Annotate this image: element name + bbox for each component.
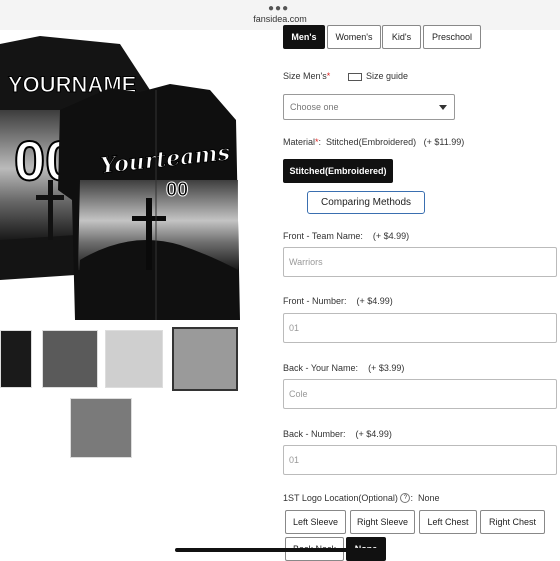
required-star-icon: * [326, 71, 331, 81]
field-label: Back - Number: (+ $4.99) [283, 429, 392, 439]
main-product-image[interactable]: YOURNAME 00 Yourteams 00 [0, 30, 248, 326]
logo-option-left-chest[interactable]: Left Chest [419, 510, 477, 534]
ruler-icon [348, 72, 362, 81]
tab-mens[interactable]: Men's [283, 25, 325, 49]
thumbnail-2[interactable] [42, 330, 98, 388]
home-indicator[interactable] [175, 548, 385, 552]
field-label: Front - Number: (+ $4.99) [283, 296, 393, 306]
product-gallery: YOURNAME 00 Yourteams 00 [0, 30, 270, 560]
tab-kids[interactable]: Kid's [382, 25, 421, 49]
logo-option-left-sleeve[interactable]: Left Sleeve [285, 510, 346, 534]
tab-womens[interactable]: Women's [327, 25, 381, 49]
back-name-input[interactable]: Cole [283, 379, 557, 409]
team-name-input[interactable]: Warriors [283, 247, 557, 277]
size-label: Size Men's* [283, 71, 331, 81]
back-number-text: 00 [166, 179, 188, 201]
material-option-stitched[interactable]: Stitched(Embroidered) [283, 159, 393, 183]
more-dots-icon[interactable]: ●●● [268, 3, 289, 14]
back-number-input[interactable]: 01 [283, 445, 557, 475]
logo-option-right-sleeve[interactable]: Right Sleeve [350, 510, 415, 534]
thumbnail-3[interactable] [105, 330, 163, 388]
field-label: Back - Your Name: (+ $3.99) [283, 363, 405, 373]
material-label: Material*: Stitched(Embroidered) (+ $11.… [283, 137, 465, 147]
size-select[interactable]: Choose one [283, 94, 455, 120]
size-select-value: Choose one [290, 102, 339, 112]
help-icon[interactable]: ? [400, 493, 411, 503]
front-number-input[interactable]: 01 [283, 313, 557, 343]
logo-option-right-chest[interactable]: Right Chest [480, 510, 545, 534]
thumbnail-1[interactable] [0, 330, 32, 388]
required-star-icon: * [315, 137, 319, 147]
field-label: Front - Team Name: (+ $4.99) [283, 231, 410, 241]
size-guide-link[interactable]: Size guide [348, 71, 408, 81]
comparing-methods-button[interactable]: Comparing Methods [307, 191, 425, 214]
tab-preschool[interactable]: Preschool [423, 25, 481, 49]
thumbnail-4[interactable] [172, 327, 238, 391]
logo-location-label: 1ST Logo Location(Optional) ?: None [283, 493, 440, 503]
thumbnail-5[interactable] [70, 398, 132, 458]
chevron-down-icon [439, 105, 447, 110]
url-text[interactable]: fansidea.com [0, 14, 560, 24]
